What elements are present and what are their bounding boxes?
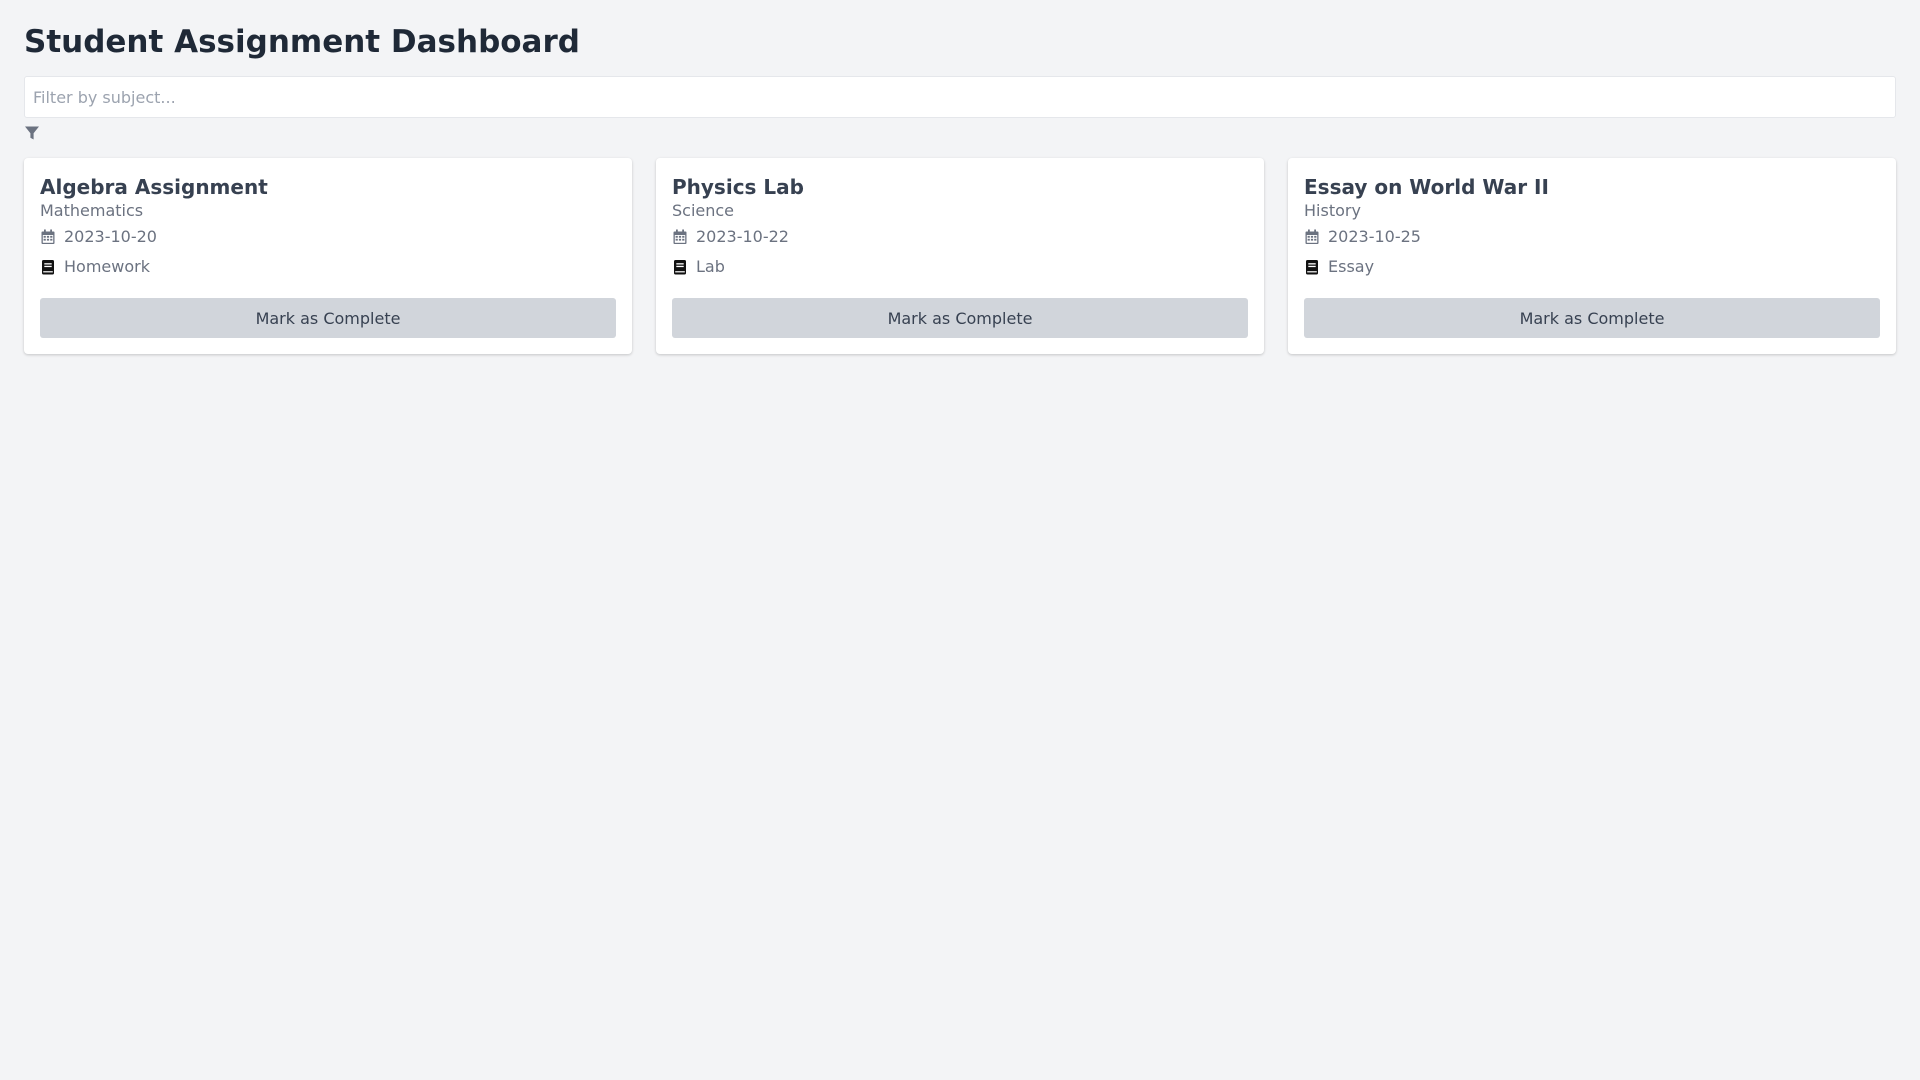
assignment-card: Essay on World War II History 2023-10-25	[1288, 158, 1896, 354]
assignment-card: Algebra Assignment Mathematics 2023-10-2…	[24, 158, 632, 354]
assignment-type: Homework	[64, 257, 150, 276]
mark-complete-button[interactable]: Mark as Complete	[672, 298, 1248, 338]
book-icon	[42, 260, 54, 275]
calendar-icon	[1305, 229, 1319, 244]
assignment-type-row: Lab	[672, 252, 1248, 282]
due-date-row: 2023-10-22	[672, 224, 1248, 250]
due-date: 2023-10-25	[1328, 227, 1421, 246]
due-date-row: 2023-10-25	[1304, 224, 1880, 250]
assignment-title: Algebra Assignment	[40, 175, 268, 199]
assignment-subject: History	[1304, 201, 1361, 220]
book-icon	[1306, 260, 1318, 275]
assignment-title: Physics Lab	[672, 175, 804, 199]
due-date: 2023-10-22	[696, 227, 789, 246]
assignment-type: Lab	[696, 257, 725, 276]
due-date-row: 2023-10-20	[40, 224, 616, 250]
assignment-type-row: Homework	[40, 252, 616, 282]
calendar-icon	[41, 229, 55, 244]
assignment-type-row: Essay	[1304, 252, 1880, 282]
assignment-title: Essay on World War II	[1304, 175, 1549, 199]
assignment-list: Algebra Assignment Mathematics 2023-10-2…	[24, 158, 1896, 354]
filter-icon[interactable]	[24, 125, 40, 141]
due-date: 2023-10-20	[64, 227, 157, 246]
assignment-subject: Mathematics	[40, 201, 144, 220]
mark-complete-button[interactable]: Mark as Complete	[40, 298, 616, 338]
book-icon	[674, 260, 686, 275]
assignment-card: Physics Lab Science 2023-10-22 Lab Mark …	[656, 158, 1264, 354]
calendar-icon	[673, 229, 687, 244]
assignment-subject: Science	[672, 201, 735, 220]
mark-complete-button[interactable]: Mark as Complete	[1304, 298, 1880, 338]
assignment-type: Essay	[1328, 257, 1375, 276]
filter-subject-input[interactable]	[24, 76, 1896, 118]
page-title: Student Assignment Dashboard	[24, 24, 580, 60]
